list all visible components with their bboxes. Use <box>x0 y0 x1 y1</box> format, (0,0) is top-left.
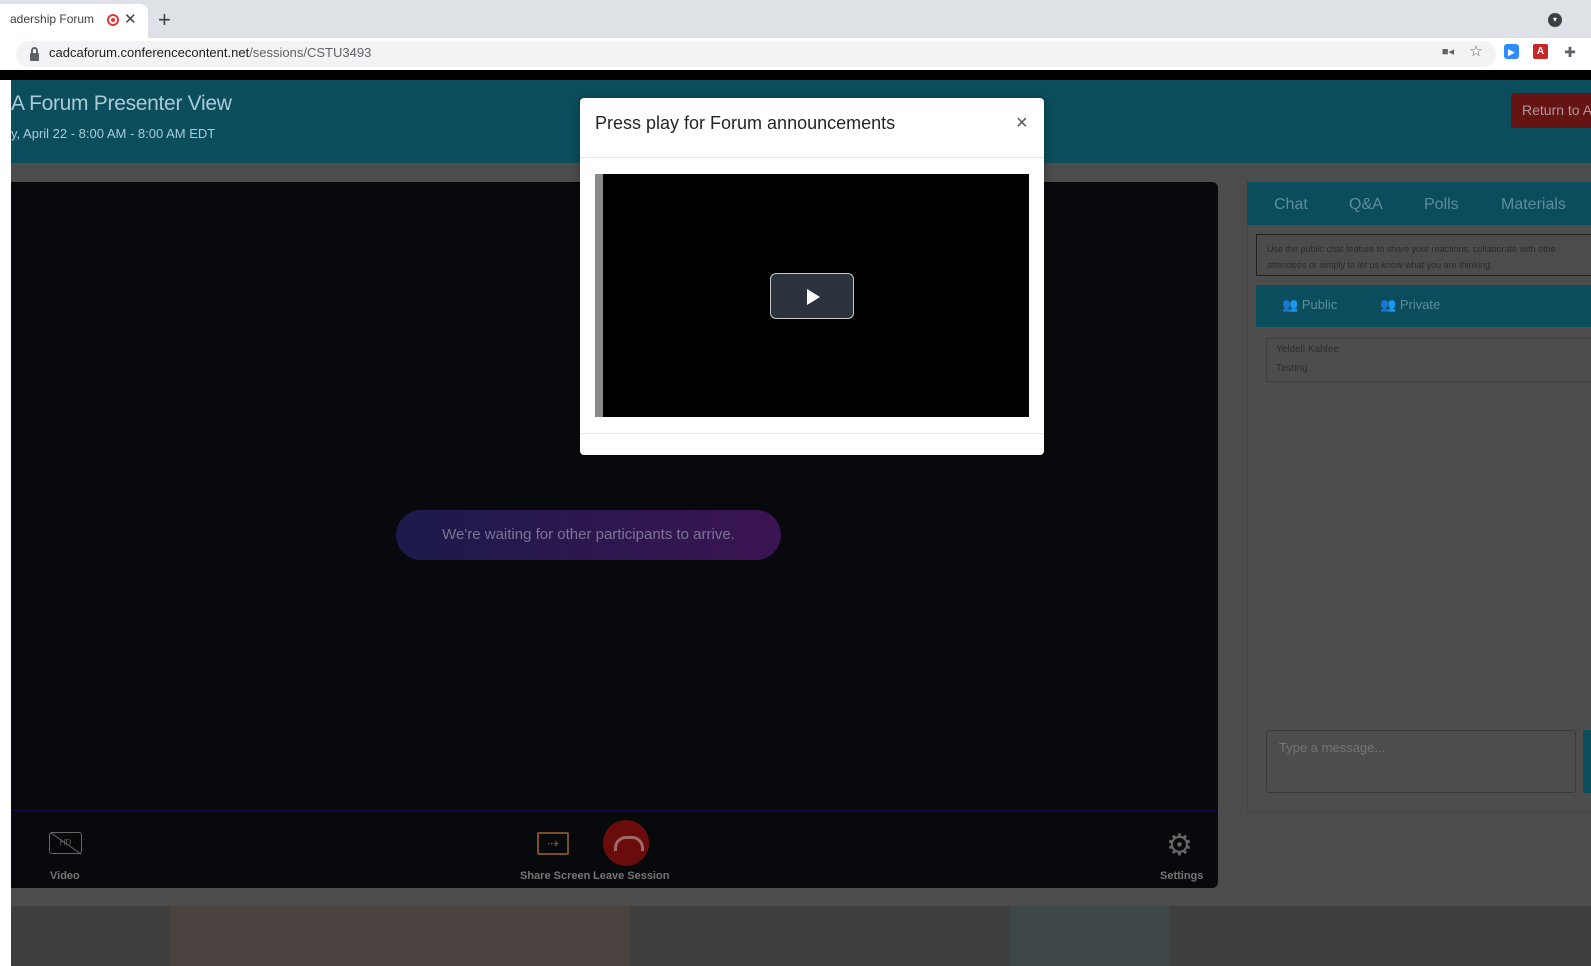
settings-label[interactable]: Settings <box>1160 870 1203 882</box>
tab-title: adership Forum <box>10 12 95 26</box>
subtab-private-label: Private <box>1399 297 1441 312</box>
page-left-strip <box>0 80 11 966</box>
browser-tabstrip <box>0 0 1591 38</box>
leave-session-label[interactable]: Leave Session <box>593 870 669 882</box>
footer-image <box>170 906 630 966</box>
new-tab-button[interactable]: + <box>158 7 171 33</box>
chat-message-input[interactable] <box>1266 730 1576 793</box>
star-icon[interactable]: ☆ <box>1468 44 1484 60</box>
return-button[interactable]: Return to A <box>1511 93 1591 128</box>
message-text: Testing <box>1276 363 1308 374</box>
users-icon: 👥 <box>1380 297 1397 312</box>
page-top-bar <box>0 70 1591 80</box>
subtab-public[interactable]: 👥 Public <box>1282 297 1337 313</box>
recording-icon <box>107 14 119 26</box>
puzzle-icon[interactable]: ✚ <box>1562 44 1578 60</box>
share-screen-label[interactable]: Share Screen <box>520 870 590 882</box>
modal-footer-divider <box>580 433 1044 434</box>
chat-notice: Use the public chat feature to share you… <box>1256 234 1591 276</box>
share-screen-icon[interactable]: ⇢ <box>537 832 569 855</box>
send-button[interactable] <box>1583 730 1591 793</box>
modal-title: Press play for Forum announcements <box>595 113 896 133</box>
url-path: /sessions/CSTU3493 <box>249 45 372 60</box>
video-off-icon[interactable]: HD <box>49 832 82 854</box>
pdf-icon[interactable]: A <box>1533 44 1548 59</box>
settings-gear-icon[interactable]: ⚙ <box>1166 828 1193 863</box>
chat-notice-line: Use the public chat feature to share you… <box>1267 244 1556 254</box>
tab-close-icon[interactable]: ✕ <box>124 10 137 28</box>
url-host: cadcaforum.conferencecontent.net <box>49 45 250 60</box>
page-title: A Forum Presenter View <box>11 92 232 115</box>
subtab-private[interactable]: 👥 Private <box>1380 297 1440 313</box>
chat-notice-line: attendees or simply to let us know what … <box>1267 260 1493 270</box>
modal-divider <box>580 157 1044 158</box>
session-date: y, April 22 - 8:00 AM - 8:00 AM EDT <box>11 126 216 141</box>
video-edge <box>595 174 603 417</box>
waiting-message: We're waiting for other participants to … <box>396 510 781 560</box>
subtab-public-label: Public <box>1301 297 1338 312</box>
side-panel <box>1247 182 1591 812</box>
modal-close-icon[interactable]: × <box>1016 112 1028 135</box>
message-author: Yeldell Kahlee <box>1276 344 1340 355</box>
leave-session-icon[interactable] <box>603 820 649 866</box>
zoom-icon[interactable]: ▶ <box>1504 44 1519 59</box>
tab-qa[interactable]: Q&A <box>1349 196 1383 214</box>
camera-icon[interactable]: ■◂ <box>1440 44 1456 60</box>
tab-chat[interactable]: Chat <box>1274 196 1308 214</box>
tab-materials[interactable]: Materials <box>1501 196 1566 214</box>
url-text[interactable]: cadcaforum.conferencecontent.net/session… <box>49 45 371 60</box>
profile-menu-icon[interactable]: ▾ <box>1548 13 1562 27</box>
lock-icon-body <box>30 53 39 61</box>
play-icon[interactable] <box>770 273 854 319</box>
tab-polls[interactable]: Polls <box>1424 196 1459 214</box>
footer-image <box>1010 906 1170 966</box>
group-icon: 👥 <box>1282 297 1299 312</box>
video-button-label[interactable]: Video <box>50 870 80 882</box>
